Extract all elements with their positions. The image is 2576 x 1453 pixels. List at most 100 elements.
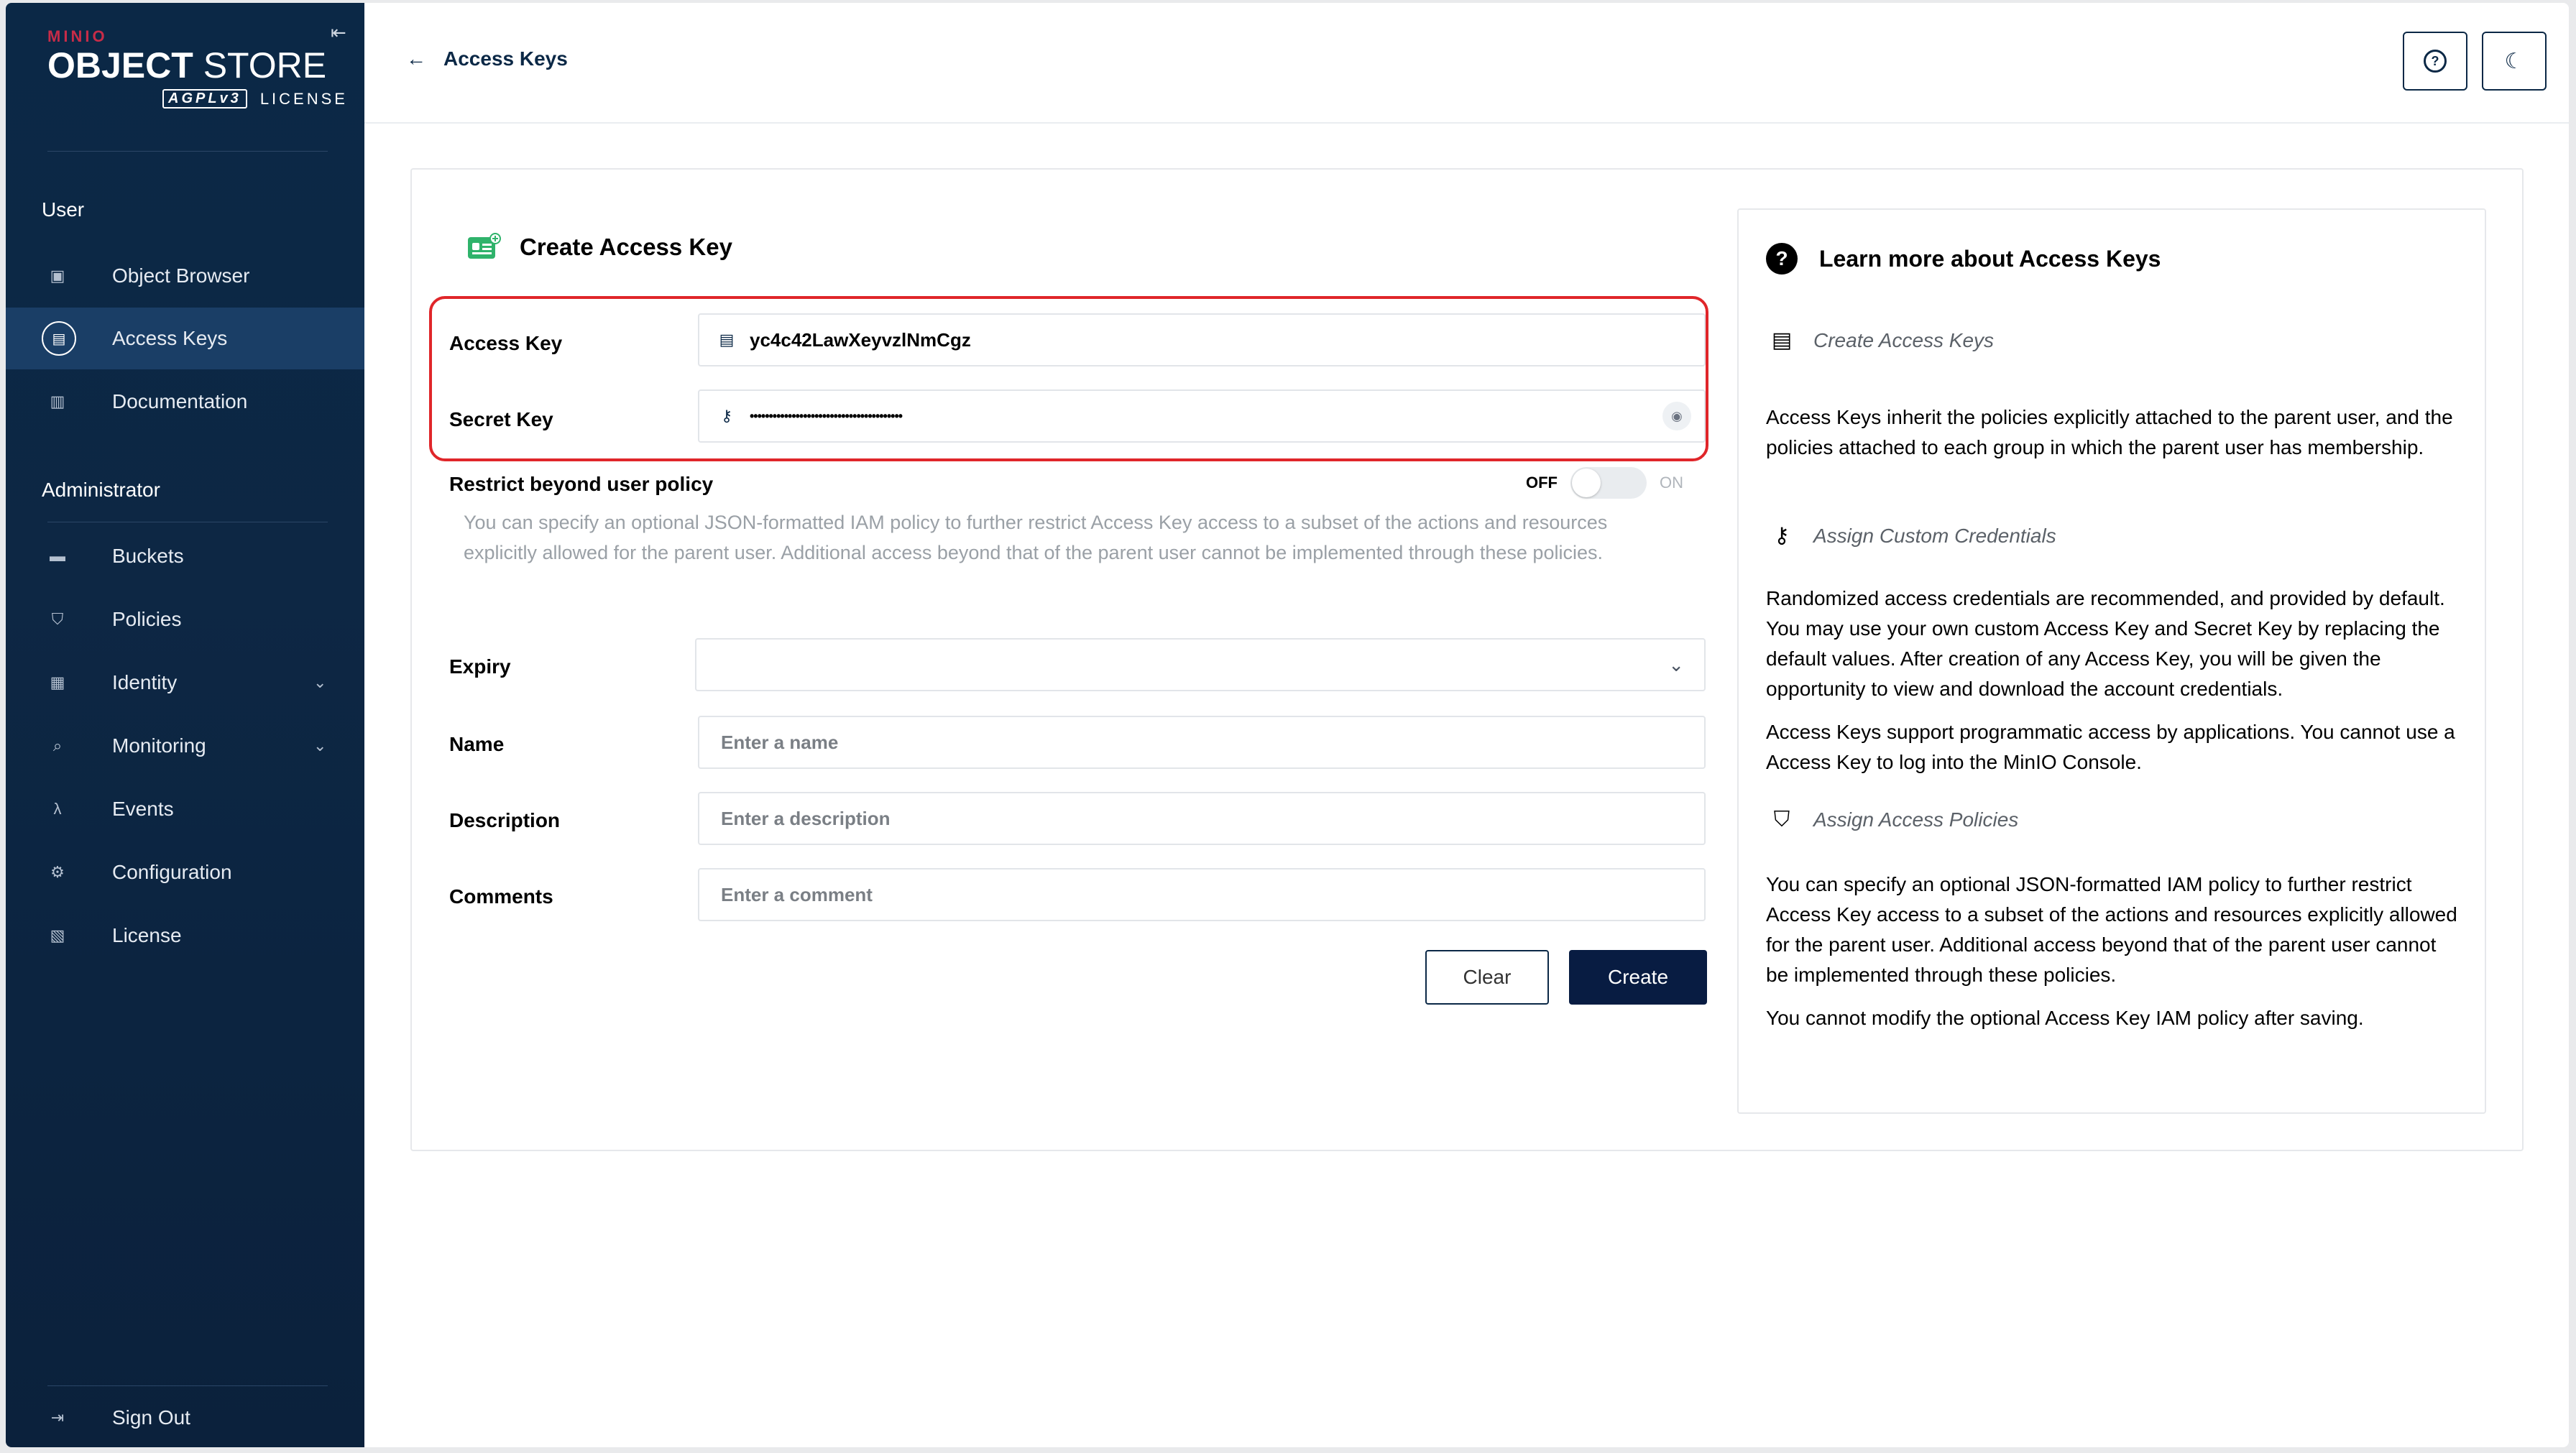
toggle-track[interactable] (1570, 467, 1647, 499)
help-button[interactable]: ? (2403, 32, 2467, 91)
minio-logo[interactable]: MINIO OBJECT STORE AGPLv3 LICENSE (47, 27, 345, 109)
help-heading-text: Assign Access Policies (1813, 808, 2019, 831)
create-access-key-card: Create Access Key Access Key ▤ yc4c42Law… (410, 168, 2524, 1151)
sidebar-item-object-browser[interactable]: ▣ Object Browser (6, 245, 364, 307)
sidebar-item-events[interactable]: λ Events (6, 778, 364, 840)
sidebar-item-monitoring[interactable]: ⌕ Monitoring ⌄ (6, 715, 364, 777)
help-heading-text: Assign Custom Credentials (1813, 524, 2056, 547)
chevron-down-icon: ⌄ (1668, 653, 1684, 675)
logo-product-light: STORE (193, 45, 327, 86)
secret-key-field[interactable]: ⚷ ••••••••••••••••••••••••••••••••••••••… (698, 389, 1706, 443)
restrict-policy-description: You can specify an optional JSON-formatt… (464, 512, 1608, 563)
secret-key-label: Secret Key (449, 408, 553, 430)
help-section-heading: ⚷ Assign Custom Credentials (1766, 523, 2056, 548)
create-access-key-icon (468, 233, 501, 259)
sign-out-button[interactable]: ⇥ Sign Out (6, 1387, 364, 1447)
dark-mode-button[interactable]: ☾ (2482, 32, 2547, 91)
access-keys-icon: ▤ (42, 321, 76, 356)
moon-icon: ☾ (2504, 49, 2524, 73)
logo-brand: MINIO (47, 27, 108, 45)
object-browser-icon: ▣ (50, 267, 65, 285)
access-key-value: yc4c42LawXeyvzlNmCgz (750, 328, 971, 351)
sidebar-item-configuration[interactable]: ⚙ Configuration (6, 841, 364, 903)
arrow-left-icon: ← (406, 47, 426, 70)
sidebar-item-documentation[interactable]: ▥ Documentation (6, 371, 364, 433)
description-field[interactable]: Enter a description (698, 792, 1706, 845)
back-link[interactable]: ← Access Keys (406, 47, 568, 70)
show-password-icon[interactable]: ◉ (1662, 402, 1691, 430)
policies-icon: ⛉ (51, 610, 64, 628)
sidebar-item-label: Monitoring (112, 734, 206, 757)
help-title-row: ? Learn more about Access Keys (1766, 243, 2161, 275)
help-paragraph: Access Keys inherit the policies explici… (1766, 406, 2453, 458)
sidebar-divider (47, 1385, 328, 1386)
app-window: MINIO OBJECT STORE AGPLv3 LICENSE ⇤ User… (6, 3, 2569, 1447)
comments-label: Comments (449, 885, 553, 908)
help-paragraph: You can specify an optional JSON-formatt… (1766, 873, 2457, 986)
sidebar-item-identity[interactable]: ▦ Identity ⌄ (6, 652, 364, 714)
question-icon: ? (1766, 243, 1798, 275)
logo-product: OBJECT STORE (47, 45, 326, 86)
description-label: Description (449, 809, 561, 831)
documentation-icon: ▥ (50, 392, 65, 410)
description-placeholder: Enter a description (721, 807, 891, 829)
logo-product-bold: OBJECT (47, 45, 193, 86)
question-circle-icon: ? (2424, 50, 2447, 73)
sidebar-item-label: Events (112, 798, 174, 820)
sidebar-item-label: Identity (112, 671, 178, 693)
license-icon: ▧ (50, 926, 65, 944)
help-section-heading: ⛉ Assign Access Policies (1766, 808, 2019, 832)
help-panel: ? Learn more about Access Keys ▤ Create … (1737, 208, 2486, 1114)
help-section-heading: ▤ Create Access Keys (1766, 328, 1994, 353)
collapse-sidebar-icon[interactable]: ⇤ (331, 22, 346, 44)
sidebar-item-license[interactable]: ▧ License (6, 905, 364, 967)
form-header: Create Access Key (466, 233, 732, 262)
section-title-user: User (42, 198, 85, 221)
chevron-down-icon[interactable]: ⌄ (313, 737, 326, 755)
page-title: Access Keys (443, 47, 568, 70)
name-label: Name (449, 733, 505, 755)
license-text: LICENSE (259, 89, 348, 108)
sidebar-item-label: License (112, 924, 182, 946)
sidebar-item-label: Buckets (112, 545, 184, 567)
identity-icon: ▦ (50, 673, 65, 691)
access-key-label: Access Key (449, 332, 563, 354)
toggle-off-label: OFF (1526, 474, 1558, 492)
sidebar-item-label: Object Browser (112, 264, 250, 287)
agpl-badge: AGPLv3 (162, 89, 247, 109)
create-button[interactable]: Create (1569, 950, 1707, 1005)
clear-button[interactable]: Clear (1425, 950, 1549, 1005)
id-card-icon: ▤ (1771, 328, 1793, 352)
buckets-icon: ▬ (50, 547, 65, 565)
restrict-policy-toggle[interactable]: OFF ON (1526, 467, 1683, 499)
sign-out-label: Sign Out (112, 1406, 190, 1429)
toggle-knob[interactable] (1572, 469, 1601, 497)
toggle-on-label: ON (1660, 474, 1683, 492)
secret-key-value: •••••••••••••••••••••••••••••••••••••••• (750, 408, 903, 423)
sidebar-item-policies[interactable]: ⛉ Policies (6, 589, 364, 650)
sidebar-item-access-keys[interactable]: ▤ Access Keys (6, 308, 364, 369)
lambda-icon: λ (53, 800, 62, 818)
help-title: Learn more about Access Keys (1819, 245, 2161, 272)
gear-icon: ⚙ (50, 863, 65, 881)
sidebar-item-label: Configuration (112, 861, 232, 883)
sidebar-divider (47, 151, 328, 152)
expiry-select[interactable]: ⌄ (695, 638, 1706, 691)
name-placeholder: Enter a name (721, 731, 839, 753)
access-key-field[interactable]: ▤ yc4c42LawXeyvzlNmCgz (698, 313, 1706, 366)
shield-icon: ⛉ (1773, 808, 1790, 831)
sidebar-item-buckets[interactable]: ▬ Buckets (6, 525, 364, 587)
id-card-icon: ▤ (719, 331, 735, 349)
page-header: ← Access Keys ? ☾ (364, 3, 2569, 124)
sidebar: MINIO OBJECT STORE AGPLv3 LICENSE ⇤ User… (6, 3, 364, 1447)
name-field[interactable]: Enter a name (698, 716, 1706, 769)
help-heading-text: Create Access Keys (1813, 328, 1995, 351)
help-paragraph: Randomized access credentials are recomm… (1766, 587, 2445, 700)
help-paragraph: You cannot modify the optional Access Ke… (1766, 1007, 2364, 1029)
help-paragraph: Access Keys support programmatic access … (1766, 721, 2455, 773)
comments-placeholder: Enter a comment (721, 883, 873, 905)
restrict-policy-label: Restrict beyond user policy (449, 473, 714, 495)
chevron-down-icon[interactable]: ⌄ (313, 673, 326, 692)
comments-field[interactable]: Enter a comment (698, 868, 1706, 921)
monitoring-icon: ⌕ (52, 737, 63, 755)
